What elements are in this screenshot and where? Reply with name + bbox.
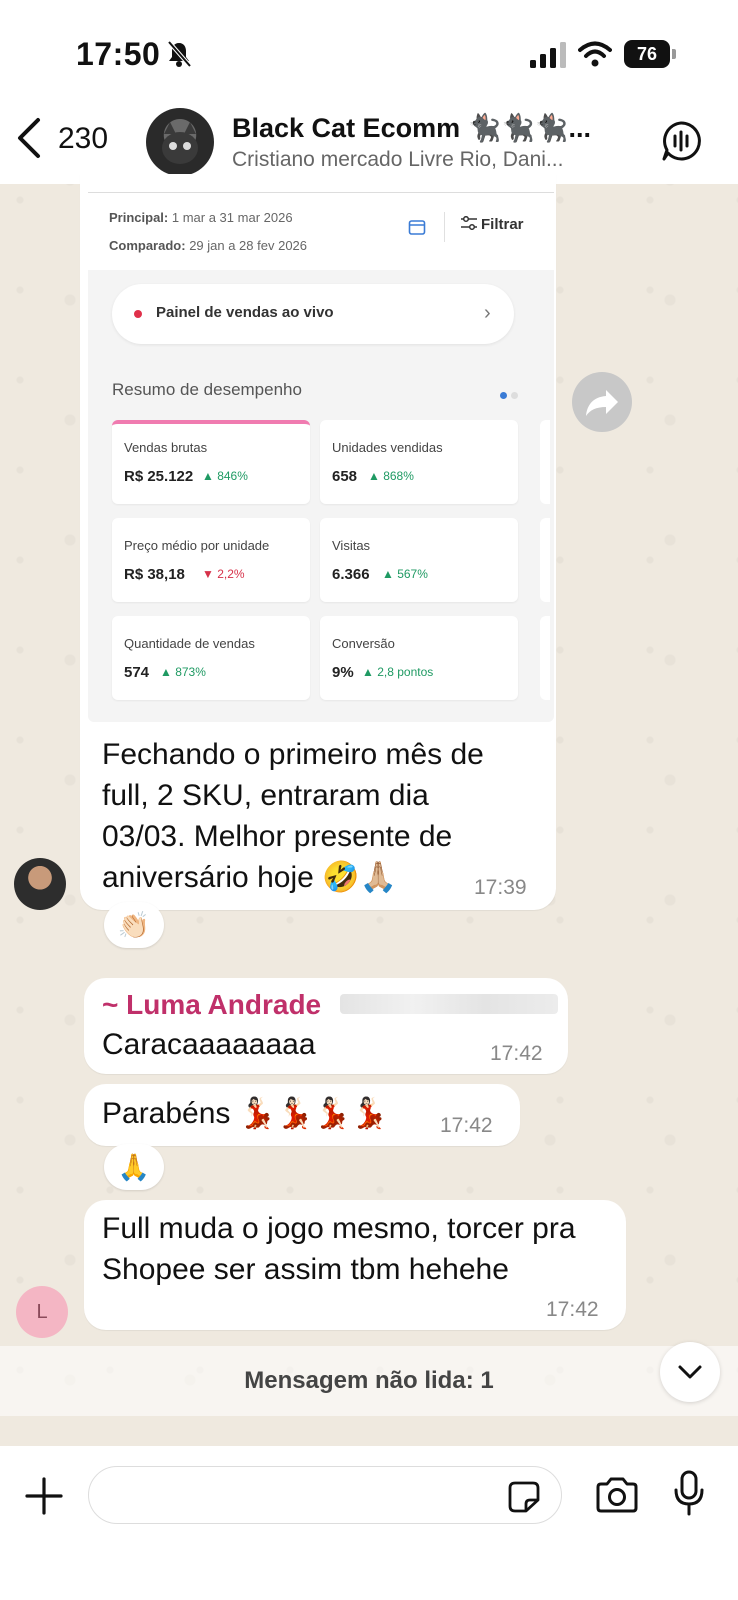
- message-text-line: aniversário hoje 🤣🙏🏼: [102, 861, 397, 894]
- message-text-line: Fechando o primeiro mês de: [102, 738, 484, 771]
- metric-delta: ▲ 846%: [202, 469, 248, 483]
- metric-delta: ▲ 873%: [160, 665, 206, 679]
- metric-value: 658: [332, 468, 358, 485]
- principal-range: 1 mar a 31 mar 2026: [171, 210, 293, 225]
- message-time: 17:39: [474, 876, 527, 899]
- metric-label: Visitas: [332, 538, 371, 553]
- live-dot-icon: [134, 310, 142, 318]
- status-bar: 17:50 76: [0, 0, 738, 100]
- forward-icon: [586, 390, 618, 416]
- message-reaction[interactable]: 🙏: [104, 1144, 164, 1190]
- message-text: Caracaaaaaaaa: [102, 1028, 316, 1061]
- metric-label: Unidades vendidas: [332, 440, 443, 455]
- group-avatar[interactable]: [146, 108, 214, 176]
- metric-value: R$ 38,18: [124, 566, 185, 583]
- metric-delta: ▲ 2,8 pontos: [362, 665, 434, 679]
- blurred-phone-number: [340, 994, 558, 1014]
- live-sales-panel: Painel de vendas ao vivo ›: [112, 284, 514, 344]
- group-title[interactable]: Black Cat Ecomm 🐈‍⬛🐈‍⬛🐈‍⬛...: [232, 112, 612, 144]
- wifi-icon: [578, 41, 612, 67]
- battery-icon: 76: [624, 40, 676, 68]
- screenshot-filter-bar: Principal: 1 mar a 31 mar 2026 Comparado…: [88, 184, 554, 270]
- unread-chats-count[interactable]: 230: [58, 122, 108, 156]
- cell-signal-icon: [530, 42, 566, 68]
- message-text-line: 03/03. Melhor presente de: [102, 820, 453, 853]
- filter-label: Filtrar: [481, 216, 524, 233]
- message-reaction[interactable]: 👏🏻: [104, 902, 164, 948]
- metric-card: Vendas brutas R$ 25.122 ▲ 846%: [112, 420, 310, 504]
- message-time: 17:42: [440, 1114, 493, 1137]
- metric-value: R$ 25.122: [124, 468, 194, 485]
- metric-delta: ▲ 868%: [368, 469, 414, 483]
- sender-avatar[interactable]: [14, 858, 66, 910]
- summary-title: Resumo de desempenho: [112, 380, 302, 399]
- calendar-icon: [408, 220, 426, 235]
- filter-icon: [461, 215, 477, 231]
- microphone-icon[interactable]: [674, 1470, 704, 1516]
- message-time: 17:42: [490, 1042, 543, 1065]
- chevron-down-icon: [678, 1365, 702, 1379]
- shared-screenshot[interactable]: Principal: 1 mar a 31 mar 2026 Comparado…: [88, 184, 554, 722]
- message-text-line: Shopee ser assim tbm hehehe: [102, 1253, 509, 1286]
- plus-icon[interactable]: [24, 1476, 64, 1516]
- camera-icon[interactable]: [594, 1476, 640, 1514]
- metric-label: Conversão: [332, 636, 395, 651]
- message-composer: [0, 1446, 738, 1600]
- metric-value: 6.366: [332, 566, 370, 583]
- sticker-icon[interactable]: [506, 1480, 542, 1514]
- metric-delta: ▲ 567%: [382, 567, 428, 581]
- metric-card: Unidades vendidas 658 ▲ 868%: [320, 420, 518, 504]
- voice-chat-icon[interactable]: [660, 120, 702, 162]
- comparado-label: Comparado:: [109, 238, 186, 253]
- bell-muted-icon: [167, 40, 192, 68]
- group-members[interactable]: Cristiano mercado Livre Rio, Dani...: [232, 148, 612, 172]
- avatar-letter: L: [36, 1301, 48, 1323]
- metric-label: Quantidade de vendas: [124, 636, 255, 651]
- back-arrow-icon[interactable]: [14, 116, 44, 160]
- metric-delta: ▼ 2,2%: [202, 567, 245, 581]
- battery-level: 76: [624, 40, 670, 68]
- message-input[interactable]: [88, 1466, 562, 1524]
- message-text-line: Full muda o jogo mesmo, torcer pra: [102, 1212, 576, 1245]
- filter-button: Filtrar: [460, 215, 524, 233]
- metric-card: Quantidade de vendas 574 ▲ 873%: [112, 616, 310, 700]
- chat-header: 230 Black Cat Ecomm 🐈‍⬛🐈‍⬛🐈‍⬛... Cristia…: [0, 100, 738, 184]
- message-text: Parabéns 💃🏻💃🏻💃🏻💃🏻: [102, 1097, 389, 1130]
- forward-button[interactable]: [572, 372, 632, 432]
- live-panel-label: Painel de vendas ao vivo: [156, 304, 334, 321]
- carousel-dots: [500, 386, 522, 404]
- metric-card: Visitas 6.366 ▲ 567%: [320, 518, 518, 602]
- chevron-right-icon: ›: [484, 302, 491, 324]
- metric-value: 9%: [332, 664, 354, 681]
- comparado-range: 29 jan a 28 fev 2026: [189, 238, 308, 253]
- metric-value: 574: [124, 664, 150, 681]
- metric-label: Preço médio por unidade: [124, 538, 270, 553]
- metric-label: Vendas brutas: [124, 440, 208, 455]
- metric-card: Preço médio por unidade R$ 38,18 ▼ 2,2%: [112, 518, 310, 602]
- sender-name[interactable]: ~ Luma Andrade: [102, 984, 321, 1025]
- status-time: 17:50: [76, 36, 161, 72]
- scroll-to-bottom-button[interactable]: [660, 1342, 720, 1402]
- metric-card: Conversão 9% ▲ 2,8 pontos: [320, 616, 518, 700]
- unread-messages-banner: Mensagem não lida: 1: [0, 1346, 738, 1416]
- message-text-line: full, 2 SKU, entraram dia: [102, 779, 429, 812]
- principal-label: Principal:: [109, 210, 169, 225]
- sender-avatar[interactable]: L: [16, 1286, 68, 1338]
- message-time: 17:42: [546, 1298, 599, 1321]
